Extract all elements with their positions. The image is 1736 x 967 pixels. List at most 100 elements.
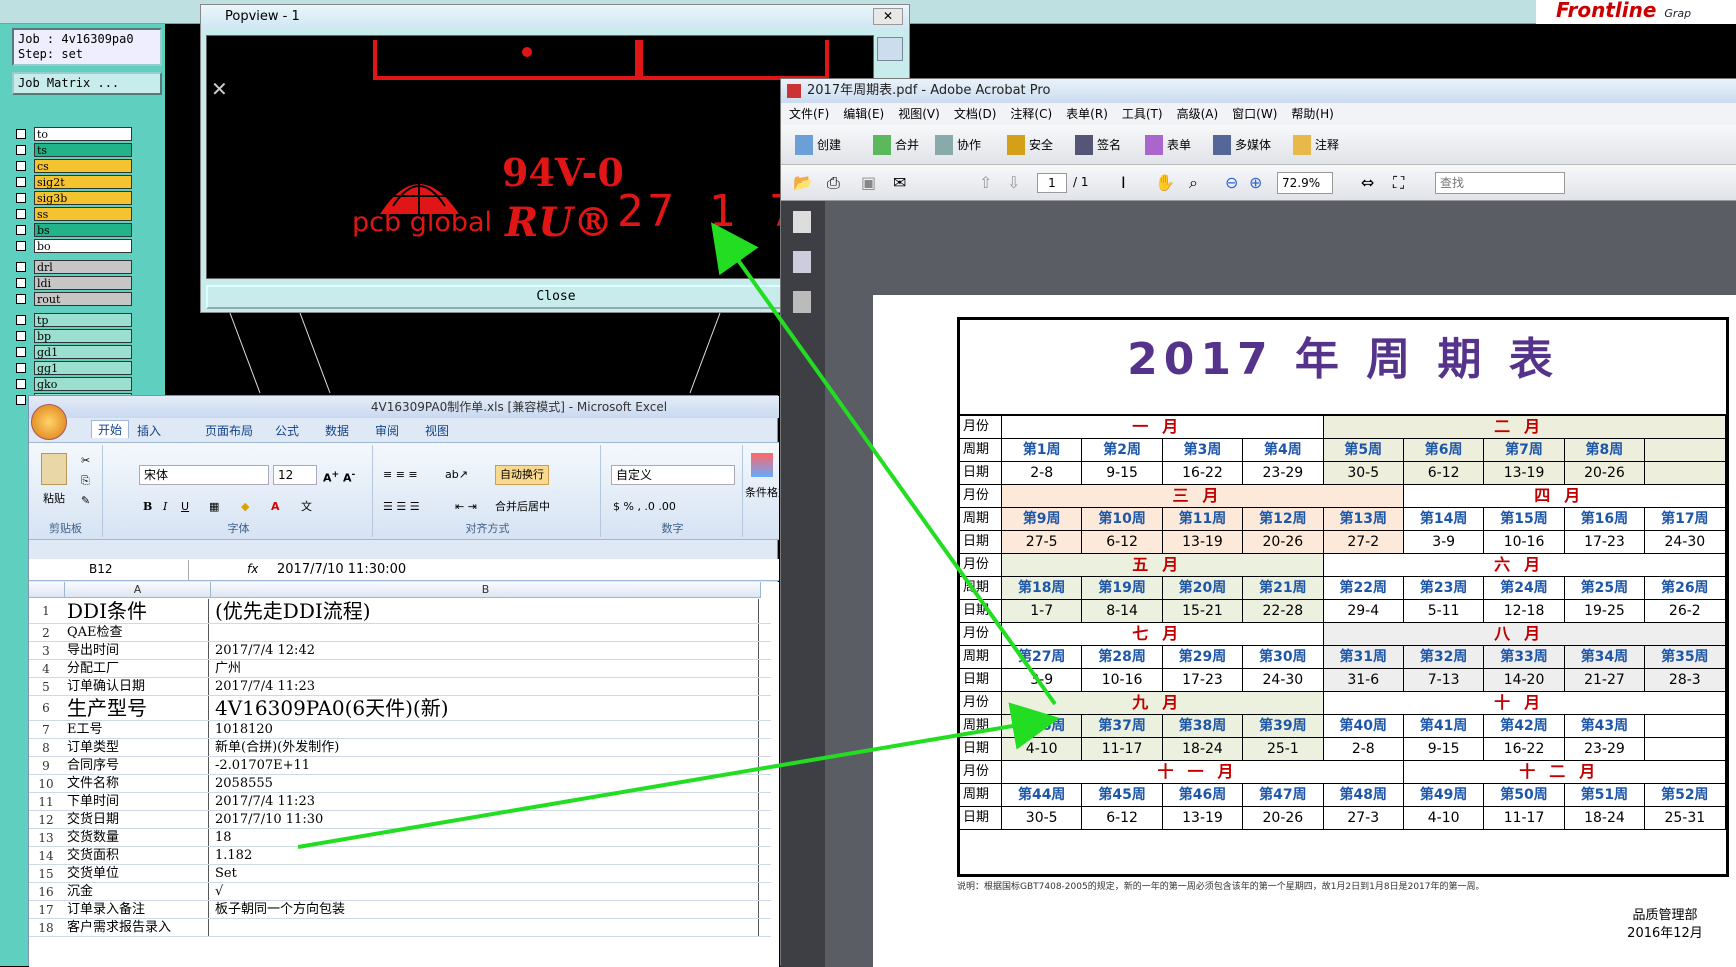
grow-font-icon[interactable]: A+ A- (323, 467, 355, 487)
cell-b[interactable] (211, 919, 759, 936)
cut-icon[interactable]: ✂ (81, 453, 90, 469)
sheet-row[interactable]: 1 DDI条件 (优先走DDI流程) (29, 599, 771, 624)
cell-b[interactable]: 2017/7/4 11:23 (211, 678, 759, 695)
cell-a[interactable]: 订单录入备注 (65, 901, 209, 918)
layer-row-tp[interactable]: tp (12, 312, 132, 327)
cell-b[interactable]: 新单(合拼)(外发制作) (211, 739, 759, 756)
toolbar-button[interactable]: 签名 (1097, 125, 1121, 165)
menu-item[interactable]: 表单(R) (1066, 107, 1108, 121)
font-color-icon[interactable]: A (271, 499, 280, 515)
layer-checkbox[interactable] (16, 293, 26, 304)
sheet-row[interactable]: 18 客户需求报告录入 (29, 919, 771, 937)
layer-row-bp[interactable]: bp (12, 328, 132, 343)
underline-button[interactable]: U (181, 499, 189, 515)
row-number[interactable]: 1 (29, 599, 63, 623)
row-number[interactable]: 15 (29, 865, 63, 882)
toolbar-button[interactable]: 注释 (1315, 125, 1339, 165)
sheet-row[interactable]: 7 E工号 1018120 (29, 721, 771, 739)
cell-a[interactable]: 交货日期 (65, 811, 209, 828)
column-header-b[interactable]: B (211, 582, 761, 598)
row-number[interactable]: 8 (29, 739, 63, 756)
sheet-row[interactable]: 5 订单确认日期 2017/7/4 11:23 (29, 678, 771, 696)
menu-item[interactable]: 注释(C) (1010, 107, 1052, 121)
toolbar-button[interactable]: 表单 (1167, 125, 1191, 165)
forms-icon[interactable] (1145, 135, 1163, 155)
fit-width-icon[interactable]: ⇔ (1361, 173, 1374, 192)
ribbon-tab[interactable]: 数据 (325, 422, 349, 439)
zoom-out-icon[interactable]: ⊖ (1225, 173, 1238, 192)
zoom-select[interactable]: 72.9% (1277, 172, 1333, 194)
page-number-input[interactable]: 1 (1037, 173, 1067, 193)
ribbon-tab[interactable]: 视图 (425, 422, 449, 439)
cell-b[interactable] (211, 624, 759, 641)
cell-a[interactable]: 生产型号 (65, 696, 209, 720)
toolbar-button[interactable]: 合并 (895, 125, 919, 165)
sheet-row[interactable]: 9 合同序号 -2.01707E+11 (29, 757, 771, 775)
select-text-icon[interactable]: I (1121, 173, 1126, 192)
cell-a[interactable]: DDI条件 (65, 599, 209, 623)
sheet-row[interactable]: 3 导出时间 2017/7/4 12:42 (29, 642, 771, 660)
name-box[interactable]: B12 (29, 560, 189, 580)
row-number[interactable]: 14 (29, 847, 63, 864)
paste-button[interactable]: 粘贴 (43, 491, 65, 507)
sheet-row[interactable]: 6 生产型号 4V16309PA0(6天件)(新) (29, 696, 771, 721)
cell-b[interactable]: (优先走DDI流程) (211, 599, 759, 623)
wrap-text-button[interactable]: 自动换行 (495, 465, 549, 485)
ribbon-tab[interactable]: 页面布局 (205, 422, 253, 439)
phonetic-icon[interactable]: 文 (301, 499, 312, 515)
email-icon[interactable]: ✉ (893, 173, 906, 192)
toolbar-button[interactable]: 安全 (1029, 125, 1053, 165)
hand-tool-icon[interactable]: ✋ (1155, 173, 1175, 192)
sheet-row[interactable]: 10 文件名称 2058555 (29, 775, 771, 793)
prev-page-icon[interactable]: ⇧ (979, 173, 992, 192)
sheet-row[interactable]: 14 交货面积 1.182 (29, 847, 771, 865)
close-icon[interactable]: ✕ (873, 8, 903, 25)
layer-checkbox[interactable] (16, 362, 26, 373)
layer-row-gd1[interactable]: gd1 (12, 344, 132, 359)
sign-icon[interactable] (1075, 135, 1093, 155)
create-icon[interactable] (795, 135, 813, 155)
layer-row-ts[interactable]: ts (12, 142, 132, 157)
sheet-row[interactable]: 4 分配工厂 广州 (29, 660, 771, 678)
cell-b[interactable]: 2017/7/10 11:30 (211, 811, 759, 828)
document-view[interactable]: 2017 年 周 期 表 月份 一月 二月 周期 第1周 第2周 第3周 第4周 第5周 第6周第… (825, 201, 1736, 967)
toolbar-button[interactable]: 协作 (957, 125, 981, 165)
cell-b[interactable]: -2.01707E+11 (211, 757, 759, 774)
layer-checkbox[interactable] (16, 394, 26, 405)
indent-icon[interactable]: ⇤ ⇥ (455, 499, 477, 515)
lock-icon[interactable] (1007, 135, 1025, 155)
cell-a[interactable]: 交货单位 (65, 865, 209, 882)
row-number[interactable]: 17 (29, 901, 63, 918)
row-number[interactable]: 5 (29, 678, 63, 695)
cell-a[interactable]: 文件名称 (65, 775, 209, 792)
layer-checkbox[interactable] (16, 176, 26, 187)
row-number[interactable]: 2 (29, 624, 63, 641)
italic-button[interactable]: I (163, 499, 167, 515)
row-number[interactable]: 12 (29, 811, 63, 828)
zoom-tool-icon[interactable]: ⌕ (1189, 173, 1198, 193)
sheet-row[interactable]: 13 交货数量 18 (29, 829, 771, 847)
cell-a[interactable]: 导出时间 (65, 642, 209, 659)
cell-a[interactable]: 合同序号 (65, 757, 209, 774)
layer-checkbox[interactable] (16, 330, 26, 341)
cell-a[interactable]: 分配工厂 (65, 660, 209, 677)
layer-checkbox[interactable] (16, 160, 26, 171)
cell-a[interactable]: QAE检查 (65, 624, 209, 641)
sheet-row[interactable]: 2 QAE检查 (29, 624, 771, 642)
cell-a[interactable]: 下单时间 (65, 793, 209, 810)
format-painter-icon[interactable]: ✎ (81, 493, 90, 509)
popview-tool-icon[interactable] (877, 37, 903, 61)
find-input[interactable] (1435, 172, 1565, 194)
ribbon-tab[interactable]: 插入 (137, 422, 161, 439)
layer-checkbox[interactable] (16, 240, 26, 251)
cell-b[interactable]: 1018120 (211, 721, 759, 738)
menu-item[interactable]: 高级(A) (1177, 107, 1219, 121)
menu-item[interactable]: 工具(T) (1122, 107, 1163, 121)
paste-icon[interactable] (41, 453, 67, 485)
cell-a[interactable]: E工号 (65, 721, 209, 738)
cell-b[interactable]: 4V16309PA0(6天件)(新) (211, 696, 759, 720)
layer-row-ss[interactable]: ss (12, 206, 132, 221)
bookmarks-panel-icon[interactable] (793, 251, 811, 273)
open-icon[interactable]: 📂 (793, 173, 813, 192)
formula-input[interactable]: 2017/7/10 11:30:00 (277, 560, 406, 579)
